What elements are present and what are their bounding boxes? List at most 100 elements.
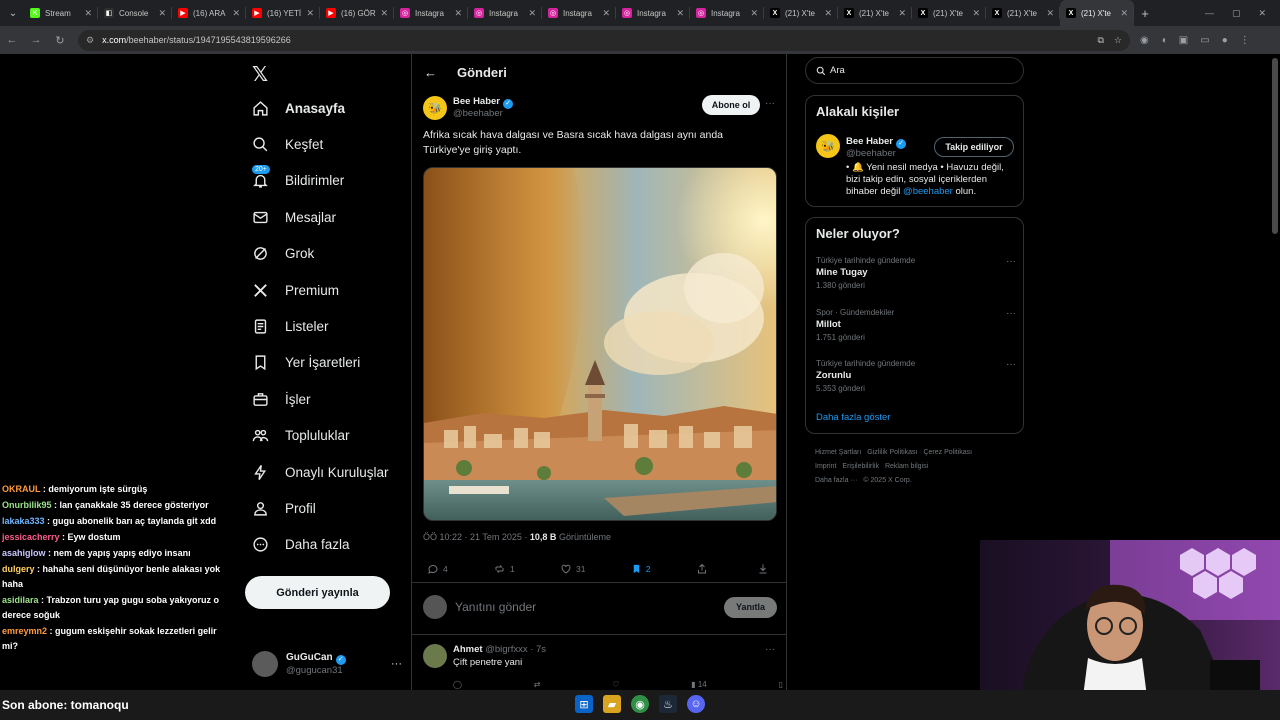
footer-link[interactable]: Daha fazla ··· <box>815 477 857 484</box>
close-tab-icon[interactable]: ✕ <box>824 8 832 19</box>
close-tab-icon[interactable]: ✕ <box>528 8 536 19</box>
post-image[interactable] <box>423 167 777 521</box>
sidebar-item-12[interactable]: Profil <box>250 494 316 522</box>
close-tab-icon[interactable]: ✕ <box>380 8 388 19</box>
comment-author[interactable]: Ahmet <box>453 644 483 655</box>
repost-icon[interactable]: ⇄ <box>534 680 541 689</box>
show-more-link[interactable]: Daha fazla göster <box>816 412 890 423</box>
trend-item[interactable]: Spor · Gündemdekiler Millot 1.751 gönderi ·… <box>816 308 1016 342</box>
related-bio-link[interactable]: @beehaber <box>903 186 953 197</box>
footer-link[interactable]: Hizmet Şartları <box>815 449 861 456</box>
install-app-icon[interactable]: ⧉ <box>1097 35 1103 46</box>
x-logo-icon[interactable]: 𝕏 <box>252 62 274 86</box>
post-author[interactable]: Bee Haber <box>453 96 500 107</box>
download-action[interactable] <box>757 563 773 575</box>
tab-search-icon[interactable]: ⌄ <box>2 2 24 24</box>
footer-link[interactable]: Erişilebilirlik <box>842 463 879 470</box>
sidebar-item-10[interactable]: Topluluklar <box>250 422 350 450</box>
close-tab-icon[interactable]: ✕ <box>84 8 92 19</box>
close-tab-icon[interactable]: ✕ <box>750 8 758 19</box>
audio-icon[interactable]: ◖ <box>1161 35 1167 46</box>
close-tab-icon[interactable]: ✕ <box>306 8 314 19</box>
footer-link[interactable]: Çerez Politikası <box>923 449 972 456</box>
close-tab-icon[interactable]: ✕ <box>232 8 240 19</box>
trend-item[interactable]: Türkiye tarihinde gündemde Mine Tugay 1.38… <box>816 256 1016 290</box>
reply-icon[interactable]: ◯ <box>453 680 462 689</box>
sidebar-item-8[interactable]: Yer İşaretleri <box>250 349 360 377</box>
search-input[interactable]: Ara <box>805 57 1024 84</box>
sidebar-item-13[interactable]: Daha fazla <box>250 531 350 559</box>
repost-action[interactable]: 1 <box>493 563 515 575</box>
browser-tab[interactable]: K Stream ✕ <box>24 0 98 26</box>
post-more-icon[interactable]: ··· <box>765 98 775 109</box>
footer-link[interactable]: Reklam bilgisi <box>885 463 928 470</box>
browser-tab[interactable]: ◎ Instagra ✕ <box>690 0 764 26</box>
close-tab-icon[interactable]: ✕ <box>972 8 980 19</box>
chat-username[interactable]: emreymn2 <box>2 626 47 636</box>
browser-tab[interactable]: ▶ (16) GÖR ✕ <box>320 0 394 26</box>
close-tab-icon[interactable]: ✕ <box>1046 8 1054 19</box>
account-switcher[interactable]: GuGuCan ✓ @gugucan31 ··· <box>252 648 402 680</box>
browser-tab[interactable]: ◎ Instagra ✕ <box>394 0 468 26</box>
chat-username[interactable]: jessicacherry <box>2 532 60 542</box>
file-explorer-icon[interactable]: ▰ <box>603 695 621 713</box>
footer-link[interactable]: © 2025 X Corp. <box>863 477 911 484</box>
maximize-icon[interactable]: ▢ <box>1232 8 1241 19</box>
like-action[interactable]: 31 <box>560 563 585 575</box>
sidebar-item-2[interactable]: Keşfet <box>250 130 323 158</box>
post-handle[interactable]: @beehaber <box>453 108 503 119</box>
footer-link[interactable]: Gizlilik Politikası <box>867 449 917 456</box>
close-tab-icon[interactable]: ✕ <box>898 8 906 19</box>
share-action[interactable] <box>696 563 712 575</box>
browser-tab[interactable]: X (21) X'te ✕ <box>912 0 986 26</box>
close-tab-icon[interactable]: ✕ <box>454 8 462 19</box>
post-button[interactable]: Gönderi yayınla <box>245 576 390 609</box>
related-name[interactable]: Bee Haber <box>846 136 893 147</box>
sidebar-item-7[interactable]: Listeler <box>250 312 329 340</box>
chat-username[interactable]: lakaka333 <box>2 516 45 526</box>
steam-icon[interactable]: ♨ <box>659 695 677 713</box>
browser-tab[interactable]: X (21) X'te ✕ <box>764 0 838 26</box>
related-handle[interactable]: @beehaber <box>846 148 896 159</box>
browser-tab[interactable]: X (21) X'te ✕ <box>1060 0 1134 26</box>
browser-tab[interactable]: ◎ Instagra ✕ <box>616 0 690 26</box>
back-arrow-icon[interactable]: ← <box>424 65 437 80</box>
close-tab-icon[interactable]: ✕ <box>602 8 610 19</box>
chat-username[interactable]: dulgery <box>2 564 35 574</box>
discord-icon[interactable]: ☺ <box>687 695 705 713</box>
reply-action[interactable]: 4 <box>427 563 448 575</box>
new-tab-button[interactable]: + <box>1134 6 1156 21</box>
bookmark-star-icon[interactable]: ☆ <box>1114 35 1122 46</box>
browser-tab[interactable]: X (21) X'te ✕ <box>838 0 912 26</box>
chat-username[interactable]: asahiglow <box>2 548 46 558</box>
menu-dots-icon[interactable]: ⋮ <box>1240 35 1250 46</box>
address-bar[interactable]: ⚙ x.com/beehaber/status/1947195543819596… <box>78 29 1130 51</box>
browser-tab[interactable]: X (21) X'te ✕ <box>986 0 1060 26</box>
chrome-icon[interactable]: ◉ <box>631 695 649 713</box>
browser-tab[interactable]: ◎ Instagra ✕ <box>468 0 542 26</box>
avatar[interactable] <box>423 644 447 668</box>
sidebar-item-5[interactable]: Grok <box>250 240 314 268</box>
footer-link[interactable]: Imprint <box>815 463 836 470</box>
bookmark-action[interactable]: 2 <box>631 563 650 575</box>
sidebar-item-1[interactable]: Anasayfa <box>250 94 345 122</box>
sidebar-item-9[interactable]: İşler <box>250 385 311 413</box>
profile-avatar-icon[interactable]: ● <box>1222 35 1228 46</box>
site-info-icon[interactable]: ⚙ <box>86 35 94 46</box>
close-tab-icon[interactable]: ✕ <box>158 8 166 19</box>
trend-more-icon[interactable]: ··· <box>1006 256 1016 267</box>
following-button[interactable]: Takip ediliyor <box>934 137 1014 157</box>
extensions-puzzle-icon[interactable]: ▣ <box>1179 35 1188 46</box>
sidebar-item-11[interactable]: Onaylı Kuruluşlar <box>250 458 389 486</box>
heart-icon[interactable]: ♡ <box>612 680 619 689</box>
back-icon[interactable]: ← <box>0 34 24 46</box>
sidebar-item-6[interactable]: Premium <box>250 276 339 304</box>
sidepanel-icon[interactable]: ▭ <box>1200 35 1209 46</box>
analytics-icon[interactable]: ▮ <box>691 680 695 689</box>
post-time[interactable]: ÖÖ 10:22 · 21 Tem 2025 · <box>423 532 530 542</box>
browser-tab[interactable]: ▶ (16) YETİ ✕ <box>246 0 320 26</box>
close-tab-icon[interactable]: ✕ <box>676 8 684 19</box>
trend-more-icon[interactable]: ··· <box>1006 308 1016 319</box>
close-tab-icon[interactable]: ✕ <box>1120 8 1128 19</box>
minimize-icon[interactable]: — <box>1205 8 1214 19</box>
